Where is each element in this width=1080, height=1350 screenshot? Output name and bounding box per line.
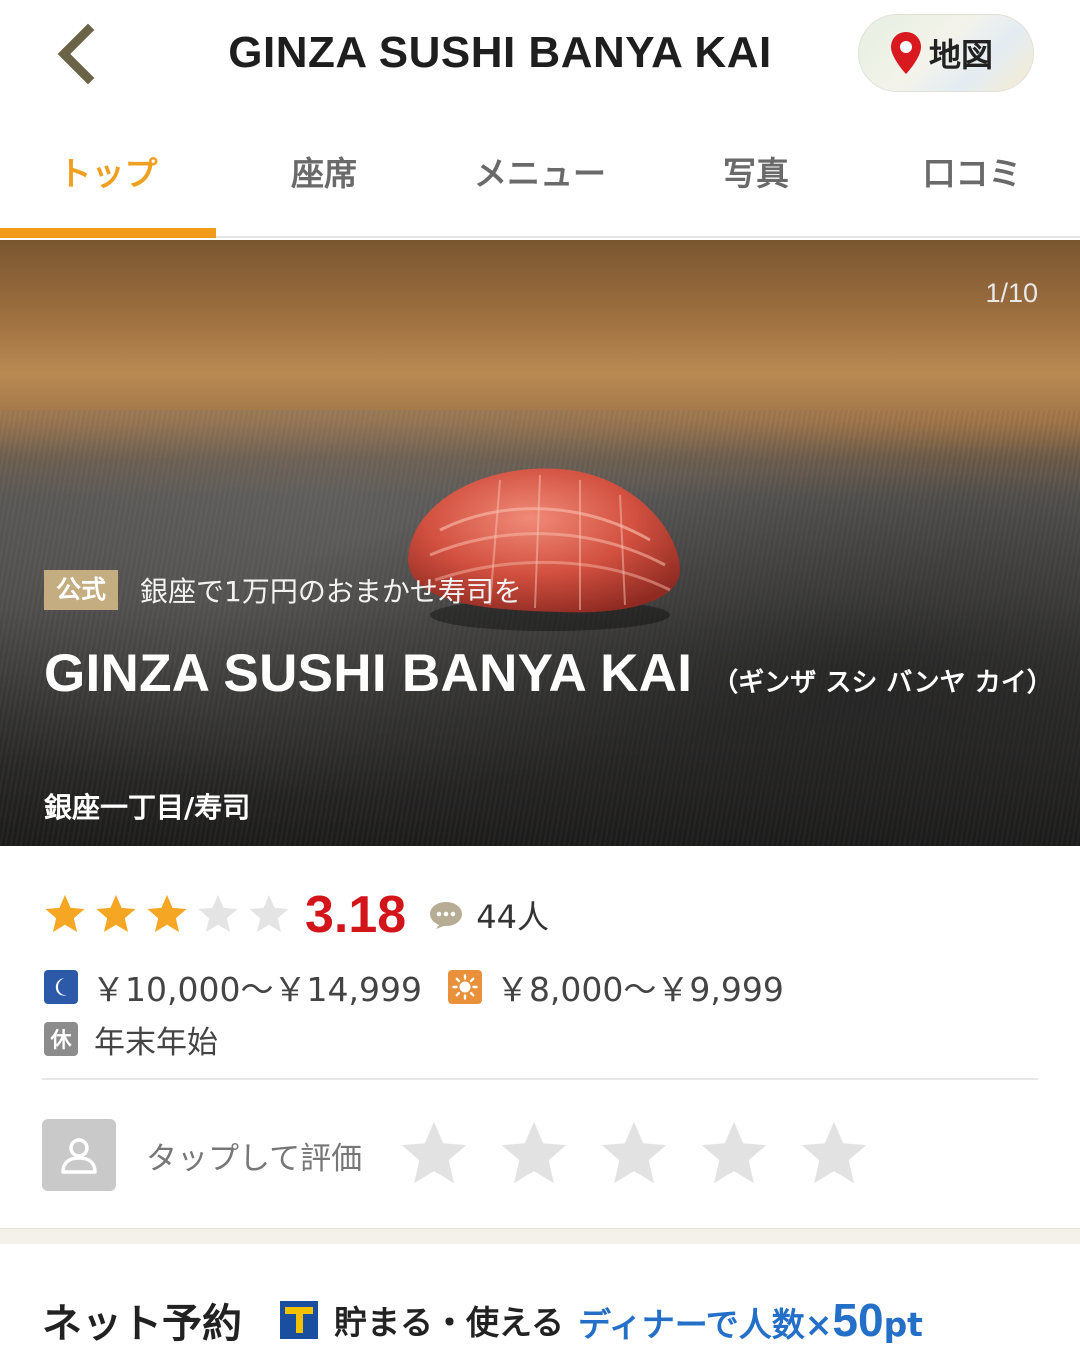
promo-prefix: ディナーで人数× <box>578 1305 833 1344</box>
holiday-icon: 休 <box>44 1022 78 1056</box>
dinner-price: ￥10,000～￥14,999 <box>92 970 422 1009</box>
star-empty-icon <box>249 894 289 933</box>
photo-counter: 1/10 <box>985 278 1038 308</box>
promo-number: 50 <box>832 1294 884 1346</box>
tpoint-label: 貯まる・使える <box>334 1303 565 1342</box>
user-icon <box>61 1138 97 1174</box>
star-filled-icon <box>45 894 85 933</box>
map-button-label: 地図 <box>929 36 994 74</box>
tab-reviews[interactable]: 口コミ <box>864 110 1080 236</box>
rating-stars <box>42 892 297 938</box>
official-badge: 公式 <box>44 570 119 610</box>
star-filled-icon <box>96 894 136 933</box>
rate-star-5-icon[interactable] <box>796 1117 872 1193</box>
tab-bar: トップ 座席 メニュー 写真 口コミ <box>0 110 1080 238</box>
promo-suffix: pt <box>883 1305 923 1344</box>
sushi-photo <box>408 468 680 631</box>
restaurant-name-kana: （ギンザ スシ バンヤ カイ） <box>712 668 1053 698</box>
rate-star-1-icon[interactable] <box>396 1117 472 1193</box>
lunch-price: ￥8,000～￥9,999 <box>495 970 784 1009</box>
user-rating-stars <box>396 1117 896 1193</box>
user-rating-row[interactable]: タップして評価 <box>42 1118 896 1192</box>
rating-row[interactable]: 3.18 44人 <box>42 880 549 950</box>
price-row: ￥10,000～￥14,999 ￥8,000～￥9,999 <box>44 962 810 1012</box>
back-button[interactable] <box>50 22 110 86</box>
divider <box>42 1078 1038 1080</box>
holiday-text: 年末年始 <box>94 1024 218 1061</box>
catchphrase: 銀座で1万円のおまかせ寿司を <box>140 575 522 608</box>
booking-row[interactable]: ネット予約 貯まる・使える ディナーで人数×50pt <box>42 1290 923 1350</box>
tap-to-rate-label: タップして評価 <box>146 1140 363 1177</box>
holiday-row: 休 年末年始 <box>44 1014 218 1064</box>
tab-seats[interactable]: 座席 <box>216 110 432 236</box>
speech-bubble-icon <box>430 902 463 929</box>
page-title: GINZA SUSHI BANYA KAI <box>228 28 772 77</box>
rating-score: 3.18 <box>305 886 407 944</box>
app-header: GINZA SUSHI BANYA KAI 地図 <box>0 0 1080 110</box>
booking-title: ネット予約 <box>42 1301 242 1347</box>
section-separator <box>0 1228 1080 1244</box>
restaurant-name-en: GINZA SUSHI BANYA KAI <box>44 644 693 703</box>
hero-photo-carousel[interactable]: 1/10 公式 銀座で1万円のおまかせ寿司を GINZA SUSHI BANYA… <box>0 240 1080 846</box>
moon-icon <box>44 970 78 1004</box>
chevron-left-icon <box>57 23 95 85</box>
tab-top[interactable]: トップ <box>0 110 216 238</box>
tab-photos[interactable]: 写真 <box>648 110 864 236</box>
map-pin-icon <box>891 32 921 74</box>
rate-star-3-icon[interactable] <box>596 1117 672 1193</box>
review-count: 44人 <box>476 898 549 936</box>
sun-icon <box>447 970 482 1004</box>
star-empty-icon <box>198 894 238 933</box>
avatar[interactable] <box>42 1119 116 1191</box>
tpoint-logo-icon <box>280 1301 318 1339</box>
tpoint-promo: ディナーで人数×50pt <box>578 1293 923 1347</box>
official-row: 公式 銀座で1万円のおまかせ寿司を <box>44 570 522 610</box>
restaurant-name: GINZA SUSHI BANYA KAI （ギンザ スシ バンヤ カイ） <box>44 636 1054 724</box>
map-button[interactable]: 地図 <box>858 14 1034 92</box>
rate-star-4-icon[interactable] <box>696 1117 772 1193</box>
area-genre: 銀座一丁目/寿司 <box>44 791 251 824</box>
star-filled-icon <box>147 894 187 933</box>
tab-menu[interactable]: メニュー <box>432 110 648 236</box>
rate-star-2-icon[interactable] <box>496 1117 572 1193</box>
